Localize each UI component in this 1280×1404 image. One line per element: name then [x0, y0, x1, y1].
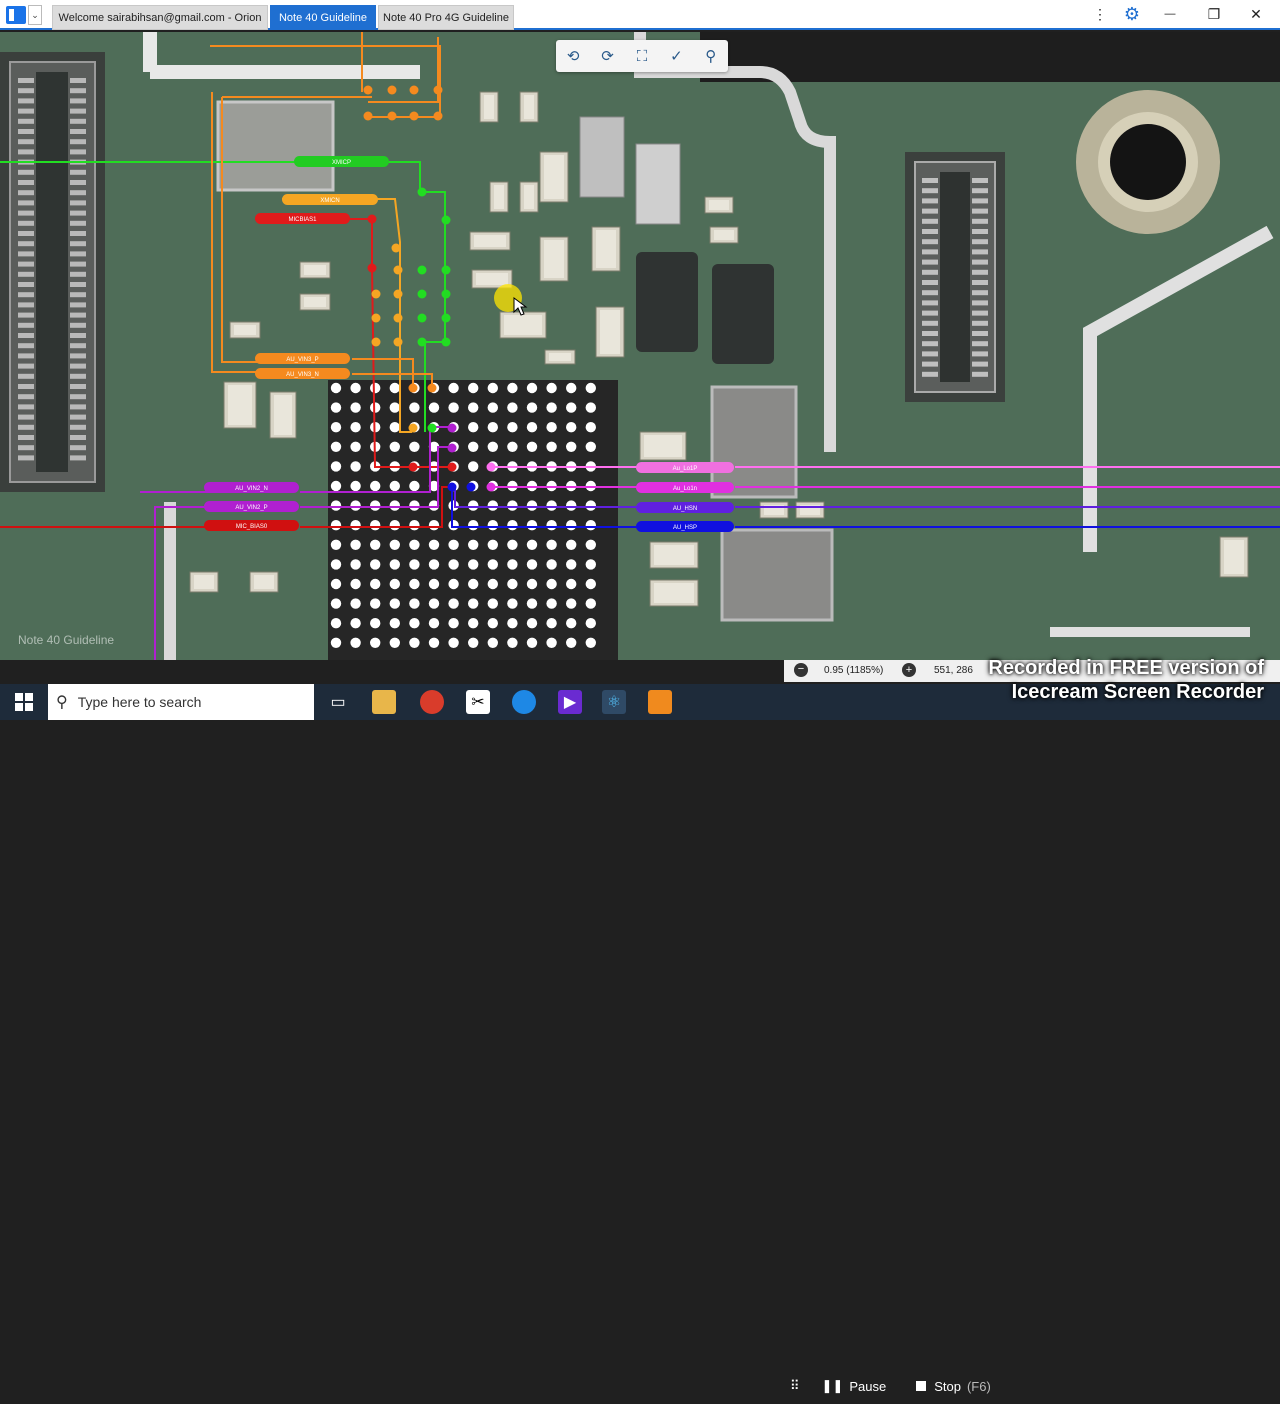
svg-text:AU_HSN: AU_HSN — [673, 506, 697, 512]
fit-screen-icon[interactable]: ⛶ — [631, 45, 653, 67]
recorder-watermark: Recorded in FREE version of Icecream Scr… — [968, 656, 1280, 704]
title-bar: ⌄ Welcome sairabihsan@gmail.com - Orion … — [0, 0, 1280, 30]
tab-welcome[interactable]: Welcome sairabihsan@gmail.com - Orion — [52, 5, 268, 30]
windows-start-icon[interactable] — [12, 690, 36, 714]
settings-gear-icon[interactable]: ⚙ — [1120, 3, 1144, 25]
search-placeholder: Type here to search — [77, 694, 202, 710]
svg-text:AU_VIN2_N: AU_VIN2_N — [235, 486, 268, 492]
task-view-icon[interactable]: ▭ — [326, 690, 350, 714]
right-connector — [905, 152, 1005, 402]
stop-icon[interactable] — [916, 1381, 927, 1391]
svg-text:AU_VIN3_P: AU_VIN3_P — [286, 357, 318, 363]
tab-note-40-pro-guideline[interactable]: Note 40 Pro 4G Guideline — [378, 5, 514, 30]
taskbar-search-box[interactable]: ⚲ Type here to search — [48, 684, 314, 720]
net-label-au-vin3-n[interactable]: AU_VIN3_N — [255, 368, 350, 379]
svg-text:MIC_BIAS0: MIC_BIAS0 — [236, 524, 268, 530]
video-editor-icon[interactable]: ▶ — [558, 690, 582, 714]
net-label-xmicp[interactable]: XMICP — [294, 156, 389, 167]
capacitor-large-2 — [635, 143, 681, 225]
stop-label[interactable]: Stop — [934, 1379, 961, 1394]
net-label-au-vin2-n[interactable]: AU_VIN2_N — [204, 482, 299, 493]
more-menu-icon[interactable]: ⋮ — [1088, 3, 1112, 25]
net-label-au-hsp[interactable]: AU_HSP — [636, 521, 734, 532]
board-canvas: XMICP XMICN MICBIAS1 AU_VIN3_P AU_VIN3_N AU_V… — [0, 32, 1280, 660]
app-logo-icon — [6, 6, 26, 24]
zoom-search-icon[interactable]: ⚲ — [700, 45, 722, 67]
app-menu-button[interactable]: ⌄ — [6, 5, 42, 25]
restore-button[interactable]: ❐ — [1202, 3, 1226, 25]
net-label-au-vin3-p[interactable]: AU_VIN3_P — [255, 353, 350, 364]
screw-hole — [1076, 90, 1220, 234]
recorder-controls: ⠿ ❚❚ Pause Stop (F6) — [782, 1368, 1280, 1404]
recorder-notice-line1: Recorded in FREE version of — [988, 657, 1264, 679]
svg-text:XMICN: XMICN — [320, 198, 339, 204]
capcut-icon[interactable]: ✂ — [466, 690, 490, 714]
chrome-icon[interactable] — [420, 690, 444, 714]
close-button[interactable]: ✕ — [1244, 3, 1268, 25]
crystal-oscillator — [216, 100, 335, 192]
shield-can-2 — [720, 528, 834, 622]
rotate-right-icon[interactable]: ⟳ — [597, 45, 619, 67]
measure-tool-icon[interactable]: ✓ — [665, 45, 687, 67]
chevron-down-icon: ⌄ — [28, 5, 42, 25]
zoom-level: 0.95 (1185%) — [824, 665, 884, 676]
svg-text:AU_HSP: AU_HSP — [673, 525, 697, 531]
net-label-au-vin2-p[interactable]: AU_VIN2_P — [204, 501, 299, 512]
file-explorer-icon[interactable] — [372, 690, 396, 714]
net-label-xmicn[interactable]: XMICN — [282, 194, 378, 205]
capacitor-large-1 — [579, 116, 625, 198]
net-label-au-lo1p[interactable]: Au_Lo1P — [636, 462, 734, 473]
pcb-board-view[interactable]: XMICP XMICN MICBIAS1 AU_VIN3_P AU_VIN3_N AU_V… — [0, 32, 1280, 660]
net-label-au-lo1n[interactable]: Au_Lo1n — [636, 482, 734, 493]
icecream-recorder-icon[interactable] — [648, 690, 672, 714]
svg-text:XMICP: XMICP — [332, 160, 351, 166]
board-watermark: Note 40 Guideline — [18, 633, 115, 647]
svg-text:AU_VIN2_P: AU_VIN2_P — [235, 505, 267, 511]
pause-label[interactable]: Pause — [849, 1379, 886, 1394]
pause-icon[interactable]: ❚❚ — [822, 1378, 844, 1394]
inductor-2 — [712, 264, 774, 364]
net-label-au-hsn[interactable]: AU_HSN — [636, 502, 734, 513]
net-label-mic-bias0[interactable]: MIC_BIAS0 — [204, 520, 299, 531]
svg-text:Au_Lo1P: Au_Lo1P — [673, 466, 698, 472]
shield-can-1 — [710, 385, 798, 499]
audio-codec-bga — [328, 380, 618, 660]
drag-handle-icon[interactable]: ⠿ — [790, 1378, 800, 1394]
net-label-micbias1[interactable]: MICBIAS1 — [255, 213, 350, 224]
electron-app-icon[interactable]: ⚛ — [602, 690, 626, 714]
zoom-in-icon[interactable]: + — [902, 663, 916, 677]
edge-icon[interactable] — [512, 690, 536, 714]
recorder-notice-line2: Icecream Screen Recorder — [1011, 681, 1264, 703]
minimize-button[interactable]: — — [1158, 3, 1182, 25]
tab-note-40-guideline[interactable]: Note 40 Guideline — [270, 5, 376, 30]
rotate-left-icon[interactable]: ⟲ — [562, 45, 584, 67]
svg-text:MICBIAS1: MICBIAS1 — [288, 217, 317, 223]
inductor-1 — [636, 252, 698, 352]
search-icon: ⚲ — [56, 694, 68, 711]
left-connector — [0, 52, 105, 492]
stop-shortcut: (F6) — [966, 1378, 991, 1394]
svg-text:AU_VIN3_N: AU_VIN3_N — [286, 372, 319, 378]
view-toolbar: ⟲ ⟳ ⛶ ✓ ⚲ — [556, 40, 728, 72]
zoom-out-icon[interactable]: − — [794, 663, 808, 677]
svg-text:Au_Lo1n: Au_Lo1n — [673, 486, 697, 492]
